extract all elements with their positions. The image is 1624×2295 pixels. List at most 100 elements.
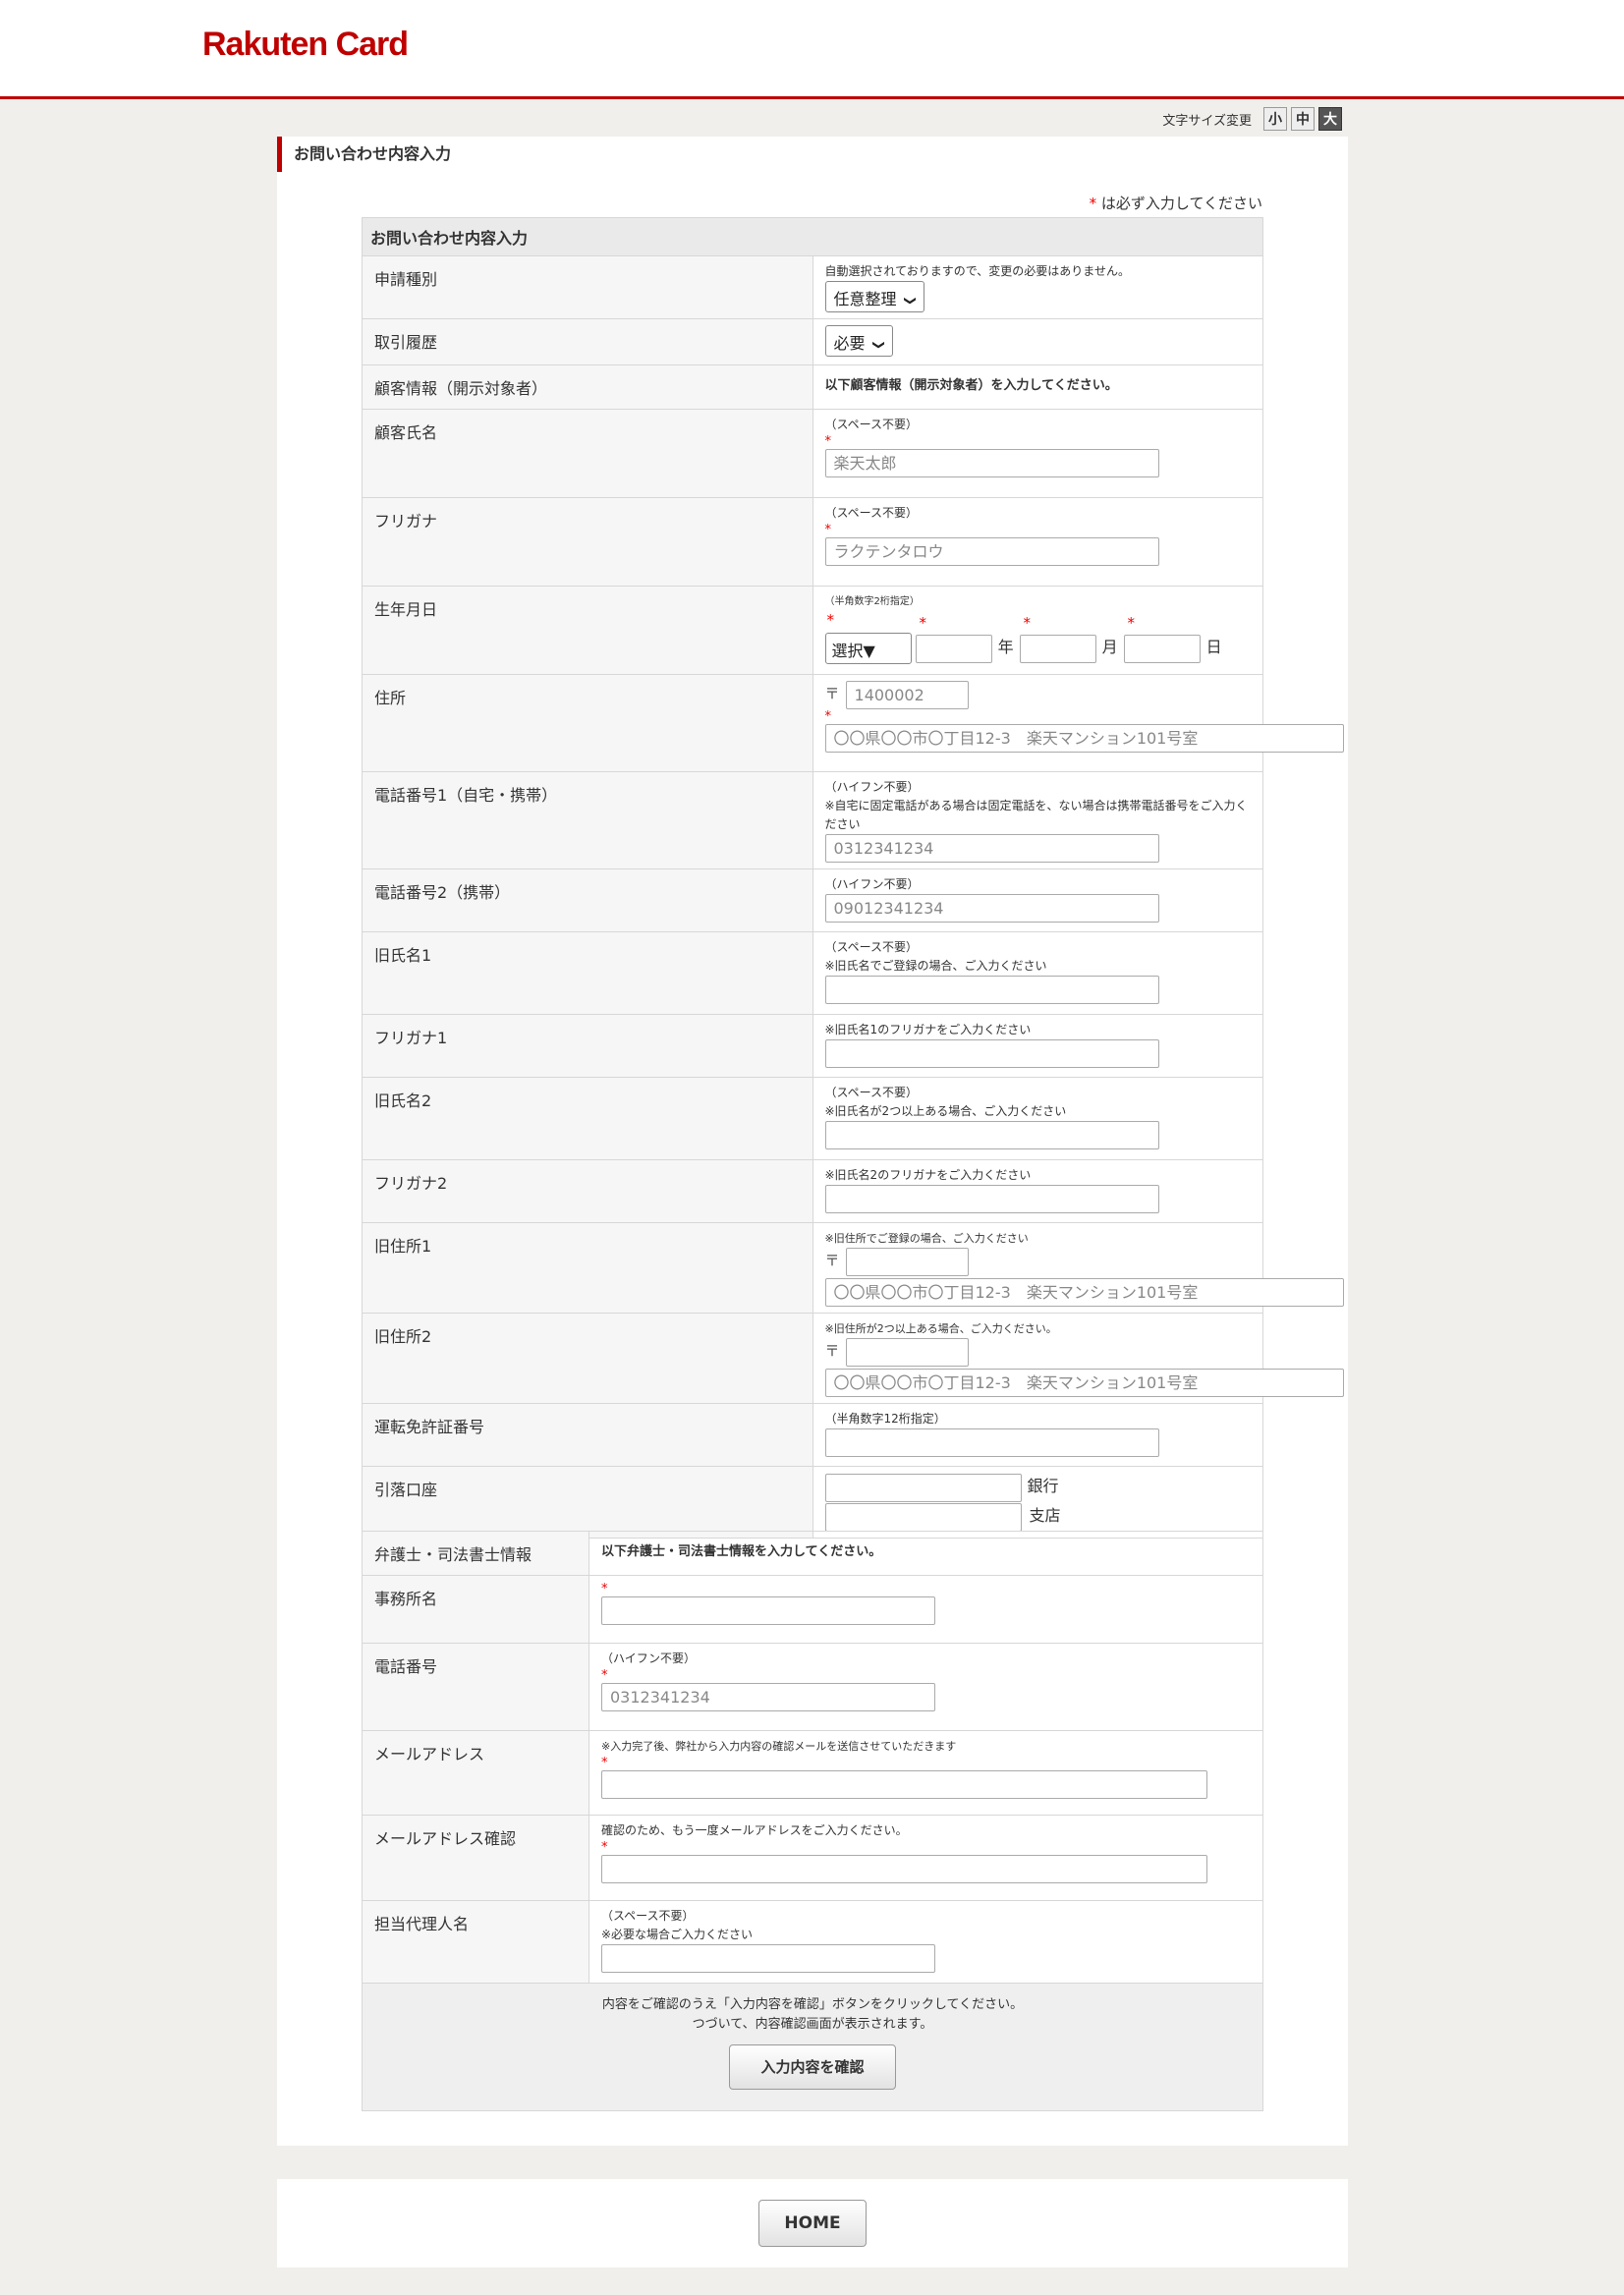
phone2-label: 電話番号2（携帯）: [362, 868, 813, 932]
old-furigana1-input[interactable]: [824, 1039, 1159, 1068]
email-input[interactable]: [601, 1770, 1207, 1799]
phone1-note-detail: ※自宅に固定電話がある場合は固定電話を、ない場合は携帯電話番号をご入力ください: [824, 799, 1248, 831]
required-note: * は必ず入力してください: [1090, 193, 1262, 213]
lawyer-phone-note: （ハイフン不要）: [601, 1651, 697, 1665]
font-size-small-button[interactable]: 小: [1263, 107, 1287, 131]
zip-mark: 〒: [824, 1252, 840, 1269]
birth-month-input[interactable]: [1019, 634, 1096, 663]
license-input[interactable]: [824, 1428, 1159, 1457]
old-furigana1-note: ※旧氏名1のフリガナをご入力ください: [824, 1023, 1032, 1036]
old-address1-label: 旧住所1: [362, 1222, 813, 1314]
required-mark: *: [1023, 614, 1032, 632]
bank-unit: 銀行: [1027, 1477, 1059, 1495]
customer-info-label: 顧客情報（開示対象者）: [362, 364, 813, 410]
office-name-label: 事務所名: [362, 1575, 589, 1644]
rakuten-card-logo[interactable]: Rakuten Card: [202, 26, 409, 64]
old-name2-label: 旧氏名2: [362, 1077, 813, 1160]
phone2-input[interactable]: 09012341234: [824, 894, 1159, 923]
birthdate-required-marks: * * * *: [825, 611, 1252, 632]
font-size-medium-button[interactable]: 中: [1291, 107, 1315, 131]
required-mark: *: [826, 611, 835, 629]
lawyer-phone-input[interactable]: 0312341234: [601, 1683, 935, 1711]
license-note: （半角数字12桁指定）: [824, 1412, 946, 1426]
birthdate-label: 生年月日: [362, 586, 813, 675]
license-label: 運転免許証番号: [362, 1403, 813, 1467]
font-size-label: 文字サイズ変更: [1162, 113, 1252, 129]
old-name2-input[interactable]: [824, 1121, 1159, 1149]
customer-info-text: 以下顧客情報（開示対象者）を入力してください。: [812, 364, 1263, 410]
font-size-large-button[interactable]: 大: [1318, 107, 1342, 131]
required-mark: *: [601, 1756, 608, 1770]
old-name1-note: （スペース不要）: [824, 940, 919, 954]
chevron-down-icon: ❯: [871, 339, 886, 351]
application-type-note: 自動選択されておりますので、変更の必要はありません。: [824, 264, 1130, 278]
application-type-label: 申請種別: [362, 255, 813, 319]
submit-area: 内容をご確認のうえ「入力内容を確認」ボタンをクリックしてください。 つづいて、内…: [362, 1983, 1263, 2111]
old-name2-note-detail: ※旧氏名が2つ以上ある場合、ご入力ください: [824, 1104, 1067, 1118]
old-furigana2-note: ※旧氏名2のフリガナをご入力ください: [824, 1168, 1032, 1182]
birthdate-note: （半角数字2桁指定）: [824, 596, 920, 607]
chevron-down-icon: ❯: [903, 295, 918, 307]
birth-year-input[interactable]: [915, 634, 992, 663]
day-unit: 日: [1205, 637, 1222, 656]
main-panel: お問い合わせ内容入力 * は必ず入力してください お問い合わせ内容入力 申請種別…: [277, 137, 1348, 2146]
required-mark: *: [824, 434, 832, 449]
birth-day-input[interactable]: [1123, 634, 1201, 663]
old-name1-label: 旧氏名1: [362, 931, 813, 1015]
old-address1-input[interactable]: 〇〇県〇〇市〇丁目12-3 楽天マンション101号室: [824, 1278, 1344, 1307]
account-label: 引落口座: [362, 1466, 813, 1539]
application-type-select[interactable]: 任意整理 ❯: [824, 281, 924, 312]
customer-name-note: （スペース不要）: [824, 418, 919, 431]
history-select[interactable]: 必要 ❯: [824, 325, 893, 357]
agent-name-label: 担当代理人名: [362, 1900, 589, 1984]
footer-panel: HOME: [277, 2179, 1348, 2267]
furigana-label: フリガナ: [362, 497, 813, 587]
home-button[interactable]: HOME: [758, 2200, 867, 2247]
address-label: 住所: [362, 674, 813, 772]
zip-mark: 〒: [824, 1342, 840, 1360]
required-mark: *: [1127, 614, 1136, 632]
required-mark: *: [824, 523, 832, 537]
lawyer-info-text: 以下弁護士・司法書士情報を入力してください。: [588, 1531, 1263, 1576]
old-furigana2-input[interactable]: [824, 1185, 1159, 1213]
office-name-input[interactable]: [601, 1596, 935, 1625]
old-address2-label: 旧住所2: [362, 1313, 813, 1404]
required-mark: *: [601, 1840, 608, 1855]
branch-input[interactable]: [824, 1503, 1022, 1532]
furigana-note: （スペース不要）: [824, 506, 919, 520]
lawyer-phone-label: 電話番号: [362, 1643, 589, 1731]
phone1-input[interactable]: 0312341234: [824, 834, 1159, 863]
branch-unit: 支店: [1029, 1506, 1061, 1525]
confirm-input-button[interactable]: 入力内容を確認: [729, 2044, 896, 2090]
old-name2-note: （スペース不要）: [824, 1086, 919, 1099]
font-size-switcher: 文字サイズ変更 小 中 大: [1130, 106, 1342, 132]
required-mark: *: [601, 1582, 608, 1596]
old-name1-input[interactable]: [824, 976, 1159, 1004]
address-input[interactable]: 〇〇県〇〇市〇丁目12-3 楽天マンション101号室: [824, 724, 1344, 753]
required-mark: *: [919, 614, 927, 632]
history-label: 取引履歴: [362, 318, 813, 365]
lawyer-form-table: 弁護士・司法書士情報 以下弁護士・司法書士情報を入力してください。 事務所名 *…: [362, 1531, 1263, 2111]
submit-note-detail: つづいて、内容確認画面が表示されます。: [692, 2017, 933, 2032]
customer-name-label: 顧客氏名: [362, 409, 813, 498]
old-zip1-input[interactable]: [845, 1248, 969, 1276]
birth-era-select[interactable]: 選択▼: [824, 633, 912, 664]
old-zip2-input[interactable]: [845, 1338, 969, 1367]
old-furigana2-label: フリガナ2: [362, 1159, 813, 1223]
zip-mark: 〒: [824, 685, 840, 702]
zip-input[interactable]: 1400002: [845, 681, 969, 709]
old-address2-input[interactable]: 〇〇県〇〇市〇丁目12-3 楽天マンション101号室: [824, 1369, 1344, 1397]
site-header: Rakuten Card: [0, 0, 1624, 99]
phone1-label: 電話番号1（自宅・携帯）: [362, 771, 813, 869]
customer-name-input[interactable]: 楽天太郎: [824, 449, 1159, 477]
lawyer-info-label: 弁護士・司法書士情報: [362, 1531, 589, 1576]
phone1-note: （ハイフン不要）: [824, 780, 920, 794]
furigana-input[interactable]: ラクテンタロウ: [824, 537, 1159, 566]
required-note-text: は必ず入力してください: [1100, 195, 1262, 212]
bank-input[interactable]: [824, 1474, 1022, 1502]
required-mark: *: [824, 709, 832, 724]
inquiry-form-table: お問い合わせ内容入力 申請種別 自動選択されておりますので、変更の必要はありませ…: [362, 217, 1344, 1539]
email-confirm-input[interactable]: [601, 1855, 1207, 1883]
agent-name-input[interactable]: [601, 1944, 935, 1973]
page-title: お問い合わせ内容入力: [277, 137, 867, 172]
